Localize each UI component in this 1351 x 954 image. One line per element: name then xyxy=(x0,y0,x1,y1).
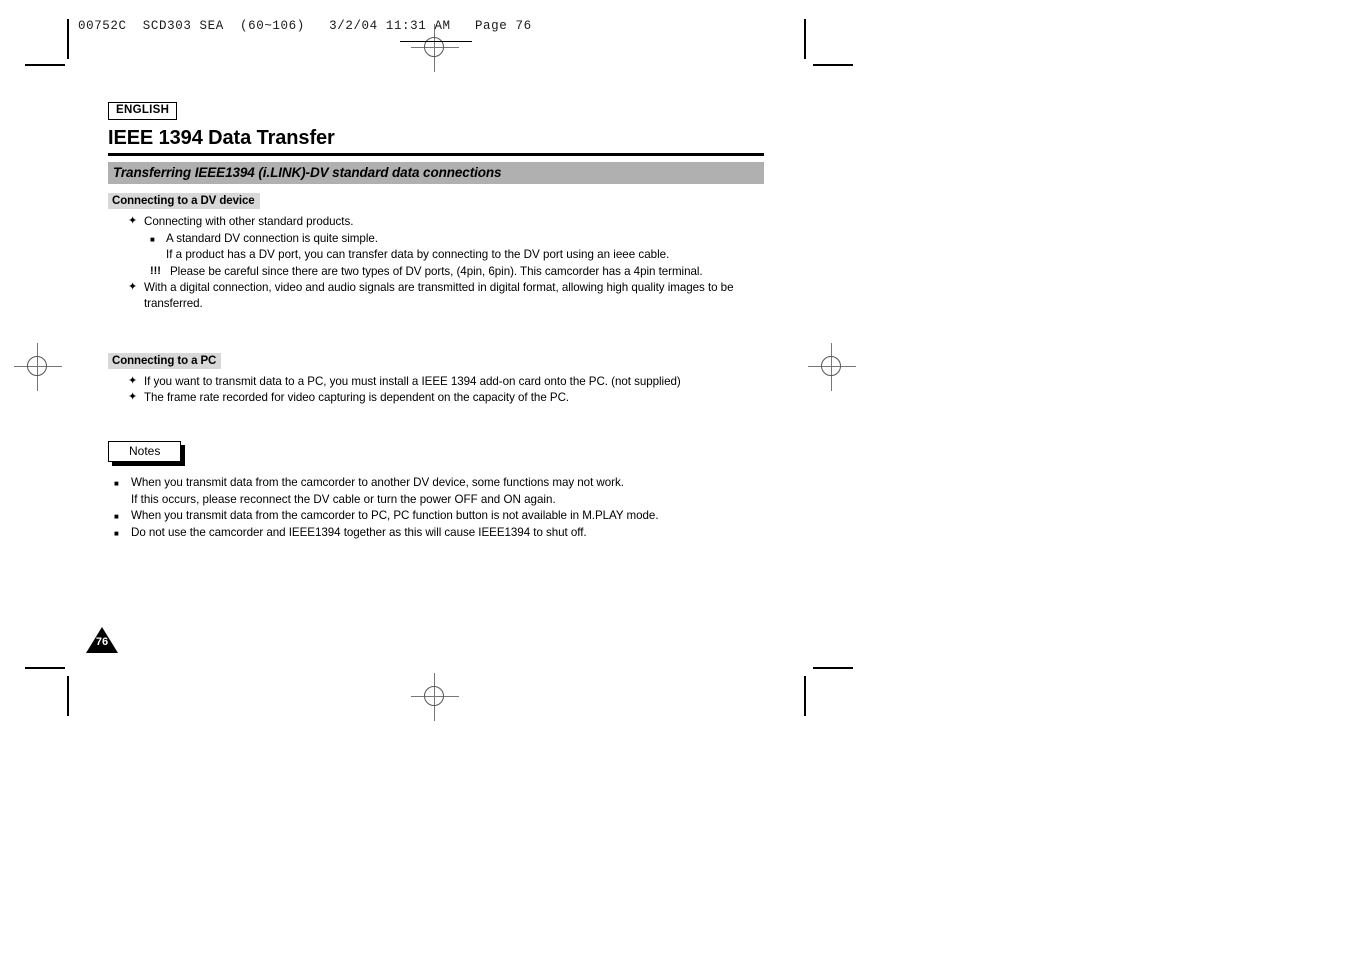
registration-mark-ring xyxy=(424,37,444,57)
list-item: ✦ The frame rate recorded for video capt… xyxy=(108,390,764,406)
list-item-continuation-text: If this occurs, please reconnect the DV … xyxy=(131,492,556,506)
list-item: ■ Do not use the camcorder and IEEE1394 … xyxy=(108,525,764,541)
list-item: ■ When you transmit data from the camcor… xyxy=(108,475,764,491)
notes-list: ■ When you transmit data from the camcor… xyxy=(108,475,764,541)
page-title: IEEE 1394 Data Transfer xyxy=(108,127,335,150)
dv-section-list: ✦ Connecting with other standard product… xyxy=(108,214,764,313)
subheading-connecting-to-pc: Connecting to a PC xyxy=(108,352,222,369)
notes-label: Notes xyxy=(108,440,182,463)
list-item-continuation-text: If a product has a DV port, you can tran… xyxy=(166,248,670,262)
list-item-text: The frame rate recorded for video captur… xyxy=(144,391,570,405)
pc-section-list: ✦ If you want to transmit data to a PC, … xyxy=(108,374,764,407)
registration-mark-ring xyxy=(821,356,841,376)
manual-page: ENGLISH IEEE 1394 Data Transfer Transfer… xyxy=(108,100,764,541)
list-item: ✦ With a digital connection, video and a… xyxy=(108,280,764,313)
registration-mark-bottom xyxy=(411,673,459,721)
list-item: ✦ If you want to transmit data to a PC, … xyxy=(108,374,764,390)
square-bullet-icon: ■ xyxy=(150,234,155,244)
crop-mark-top-right-vertical xyxy=(804,19,806,59)
registration-mark-left xyxy=(14,343,62,391)
list-item-text: Connecting with other standard products. xyxy=(144,215,354,229)
list-item-text: With a digital connection, video and aud… xyxy=(144,281,734,311)
title-divider xyxy=(108,153,764,157)
prepress-slug-rule xyxy=(400,41,472,42)
subheading-connecting-to-dv-device: Connecting to a DV device xyxy=(108,193,260,210)
crop-mark-top-right-horizontal xyxy=(813,64,853,66)
list-item: ■ When you transmit data from the camcor… xyxy=(108,508,764,524)
registration-mark-ring xyxy=(424,686,444,706)
square-bullet-icon: ■ xyxy=(114,512,119,522)
flower-bullet-icon: ✦ xyxy=(128,374,138,387)
page-number-marker: 76 xyxy=(86,627,118,653)
flower-bullet-icon: ✦ xyxy=(128,281,138,294)
square-bullet-icon: ■ xyxy=(114,479,119,489)
list-item-text: Do not use the camcorder and IEEE1394 to… xyxy=(131,525,587,539)
crop-mark-bottom-left-vertical xyxy=(67,676,69,716)
crop-mark-bottom-left-horizontal xyxy=(25,667,65,669)
registration-mark-right xyxy=(808,343,856,391)
list-item-text: When you transmit data from the camcorde… xyxy=(131,476,624,490)
crop-mark-top-left-vertical xyxy=(67,19,69,59)
list-item: ■ A standard DV connection is quite simp… xyxy=(108,231,764,247)
crop-mark-bottom-right-horizontal xyxy=(813,667,853,669)
list-item-text: A standard DV connection is quite simple… xyxy=(166,231,378,245)
prepress-slug-text: 00752C SCD303 SEA (60~106) 3/2/04 11:31 … xyxy=(78,19,532,33)
caution-bang-icon: !!! xyxy=(150,264,161,277)
registration-mark-ring xyxy=(27,356,47,376)
square-bullet-icon: ■ xyxy=(114,528,119,538)
list-item-text: When you transmit data from the camcorde… xyxy=(131,509,659,523)
page-number-text: 76 xyxy=(95,636,109,648)
section-heading-bar: Transferring IEEE1394 (i.LINK)-DV standa… xyxy=(108,162,764,185)
crop-mark-top-left-horizontal xyxy=(25,64,65,66)
list-item: ✦ Connecting with other standard product… xyxy=(108,214,764,230)
language-badge: ENGLISH xyxy=(108,102,178,121)
list-item-text: If you want to transmit data to a PC, yo… xyxy=(144,374,681,388)
notes-label-box: Notes xyxy=(108,440,186,467)
flower-bullet-icon: ✦ xyxy=(128,391,138,404)
crop-mark-bottom-right-vertical xyxy=(804,676,806,716)
list-item-text: Please be careful since there are two ty… xyxy=(170,264,703,278)
flower-bullet-icon: ✦ xyxy=(128,215,138,228)
list-item: !!! Please be careful since there are tw… xyxy=(108,264,764,280)
